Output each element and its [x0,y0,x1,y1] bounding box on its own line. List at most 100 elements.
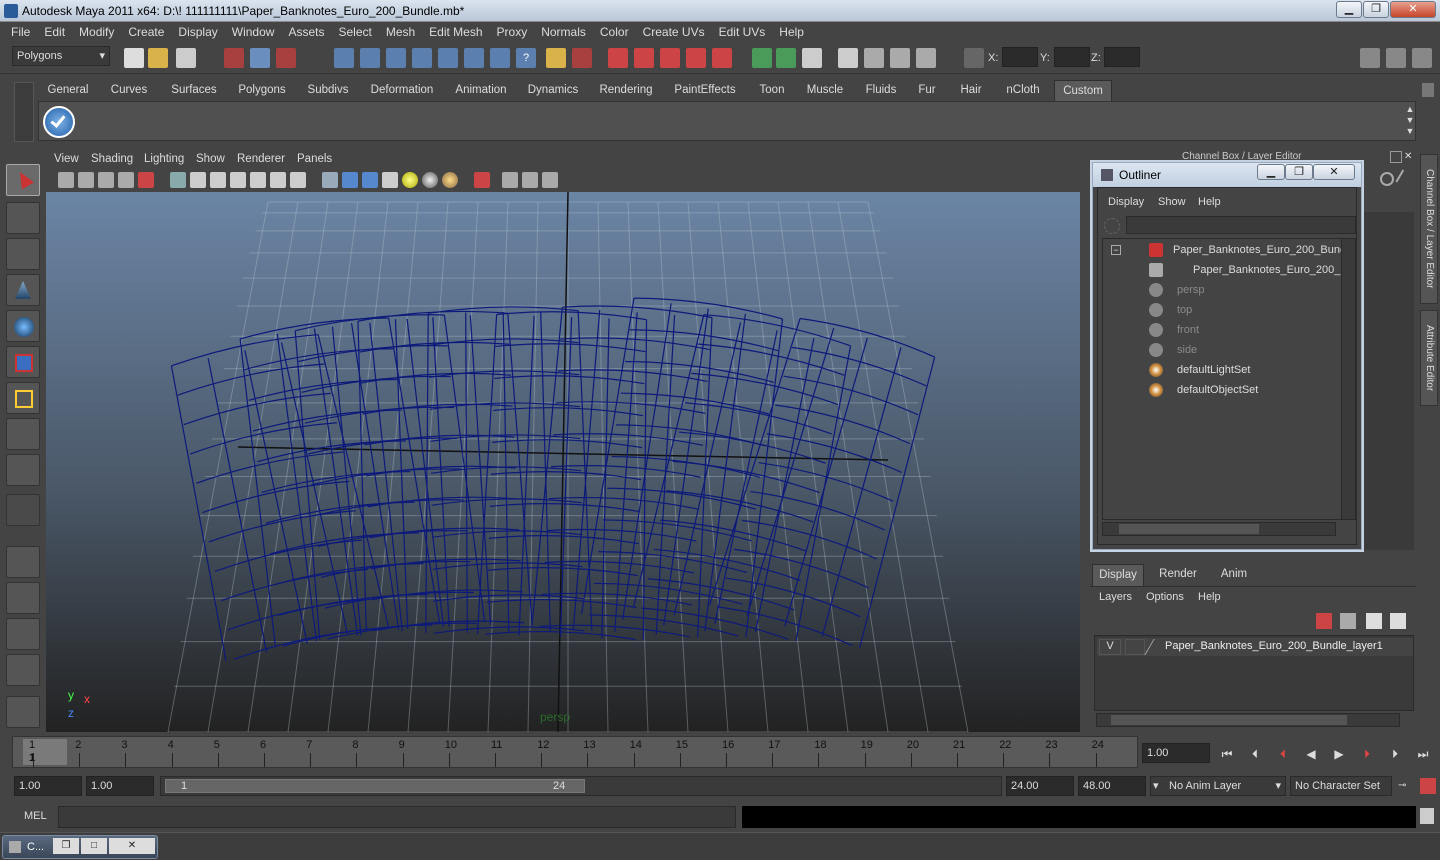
banknote-wireframe[interactable] [709,312,944,648]
perspective-viewport[interactable]: y x z persp [46,192,1080,732]
minimize-button[interactable]: ▁ [1336,1,1362,18]
four-pane-layout-icon[interactable] [6,582,40,614]
layer-menu-help[interactable]: Help [1198,591,1221,603]
play-backward-icon[interactable]: ◀ [1302,746,1320,762]
select-component-icon[interactable] [276,48,296,68]
2d-pan-zoom-icon[interactable] [138,172,154,188]
menu-edit-uvs[interactable]: Edit UVs [712,25,773,39]
menu-edit-mesh[interactable]: Edit Mesh [422,25,489,39]
z-field[interactable] [1104,47,1140,67]
layer-horizontal-scrollbar[interactable] [1096,713,1400,727]
textured-icon[interactable] [382,172,398,188]
safe-title-icon[interactable] [290,172,306,188]
snap-point-icon[interactable] [386,48,406,68]
custom-shelf-check-icon[interactable] [43,106,75,138]
outliner-menu-display[interactable]: Display [1108,196,1144,208]
select-camera-icon[interactable] [58,172,74,188]
single-pane-layout-icon[interactable] [6,546,40,578]
layer-tab-anim[interactable]: Anim [1208,564,1260,586]
shelf-tab-deformation[interactable]: Deformation [366,80,438,101]
layer-playback-toggle[interactable] [1125,639,1145,655]
outliner-item-persp[interactable]: persp [1177,284,1205,296]
shelf-tab-polygons[interactable]: Polygons [234,80,290,101]
rename-icon[interactable] [776,48,796,68]
outliner-item-front[interactable]: front [1177,324,1199,336]
layer-tab-render[interactable]: Render [1152,564,1204,586]
y-field[interactable] [1054,47,1090,67]
graph-persp-layout-icon[interactable] [6,654,40,686]
shelf-trash-icon[interactable] [1422,83,1434,97]
safe-action-icon[interactable] [270,172,286,188]
banknote-wireframe[interactable] [580,292,792,638]
move-layer-up-icon[interactable] [1316,613,1332,629]
minimized-restore-button[interactable]: ❐ [53,838,79,854]
save-scene-icon[interactable] [176,48,196,68]
use-default-light-icon[interactable] [402,172,418,188]
shelf-tab-hair[interactable]: Hair [952,80,990,101]
menuset-dropdown[interactable]: Polygons ▾ [12,46,110,66]
tool-settings-icon[interactable] [864,48,884,68]
snap-view-icon[interactable] [464,48,484,68]
layer-hscroll-thumb[interactable] [1111,715,1347,725]
gate-mask-icon[interactable] [230,172,246,188]
scale-tool-icon[interactable] [6,346,40,378]
minimized-close-button[interactable]: ✕ [109,838,155,854]
menu-select[interactable]: Select [331,25,378,39]
lock-icon[interactable] [546,48,566,68]
menu-assets[interactable]: Assets [281,25,331,39]
banknote-wireframe[interactable] [633,308,860,642]
help-query-icon[interactable]: ? [516,48,536,68]
layout-shortcuts-icon[interactable] [6,696,40,728]
attribute-editor-vertical-tab[interactable]: Attribute Editor [1420,310,1438,406]
move-layer-down-icon[interactable] [1340,613,1356,629]
shelf-tab-rendering[interactable]: Rendering [594,80,658,101]
hud-toggle-icon[interactable] [542,172,558,188]
layer-menu-options[interactable]: Options [1146,591,1184,603]
menu-window[interactable]: Window [225,25,282,39]
move-tool-icon[interactable] [6,274,40,306]
resolution-gate-icon[interactable] [210,172,226,188]
menu-modify[interactable]: Modify [72,25,121,39]
snap-live-icon[interactable] [438,48,458,68]
range-slider-track[interactable]: 1 24 [160,776,1002,796]
shelf-tab-animation[interactable]: Animation [450,80,512,101]
layer-tab-display[interactable]: Display [1092,564,1144,586]
outliner-item-top[interactable]: top [1177,304,1192,316]
universal-manipulator-icon[interactable] [6,382,40,414]
grid-icon[interactable] [170,172,186,188]
goto-start-icon[interactable]: ⏮ [1218,746,1236,762]
shelf-tab-surfaces[interactable]: Surfaces [166,80,222,101]
channel-box-close-icon[interactable]: ✕ [1404,151,1416,163]
lasso-tool-icon[interactable] [6,202,40,234]
select-hierarchy-icon[interactable] [224,48,244,68]
shelf-tab-custom[interactable]: Custom [1054,80,1112,101]
close-button[interactable]: ✕ [1390,1,1436,18]
construction-history-icon[interactable] [572,48,592,68]
paint-select-tool-icon[interactable] [6,238,40,270]
snap-grid-icon[interactable] [334,48,354,68]
open-scene-icon[interactable] [148,48,168,68]
shelf-tab-curves[interactable]: Curves [104,80,154,101]
menu-edit[interactable]: Edit [37,25,72,39]
outliner-item-default-light-set[interactable]: defaultLightSet [1177,364,1250,376]
film-gate-icon[interactable] [190,172,206,188]
render-settings-icon[interactable] [660,48,680,68]
menu-mesh[interactable]: Mesh [379,25,422,39]
panel-menu-lighting[interactable]: Lighting [144,153,184,165]
channel-box-mode-icon[interactable] [1380,172,1394,186]
input-line-icon[interactable] [752,48,772,68]
outliner-close-button[interactable]: ✕ [1313,164,1355,180]
outliner-item-default-object-set[interactable]: defaultObjectSet [1177,384,1258,396]
select-object-icon[interactable] [250,48,270,68]
outliner-collapse-icon[interactable]: − [1111,245,1121,255]
outliner-item-group[interactable]: Paper_Banknotes_Euro_200_Bund [1173,244,1346,256]
shelf-scroll-arrows[interactable]: ▲ ▼ ▼ [1405,104,1415,138]
anim-layer-dropdown[interactable]: ▾ No Anim Layer ▾ [1150,776,1286,796]
snap-plane-icon[interactable] [412,48,432,68]
camera-attributes-icon[interactable] [78,172,94,188]
minimized-maximize-button[interactable]: □ [81,838,107,854]
channel-box-edit-icon[interactable] [1395,169,1415,189]
new-scene-icon[interactable] [124,48,144,68]
key-icon[interactable]: ⊸ [1398,780,1412,792]
layer-row[interactable]: V Paper_Banknotes_Euro_200_Bundle_layer1 [1097,638,1413,656]
